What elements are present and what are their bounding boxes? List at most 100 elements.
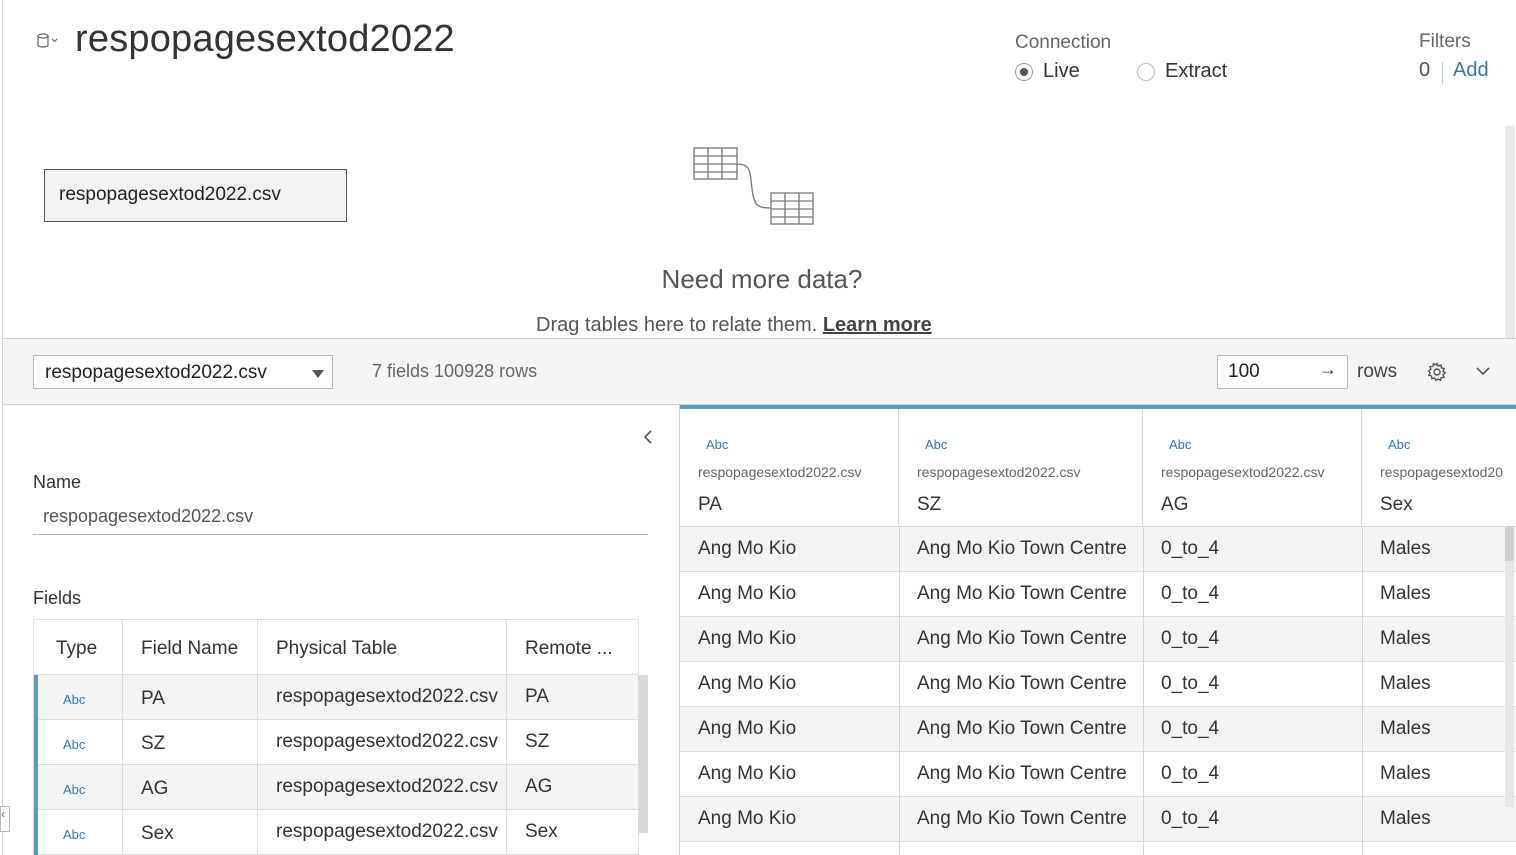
string-type-icon[interactable]: Abc (1388, 437, 1410, 452)
rows-count-input[interactable]: 100 → (1217, 355, 1348, 389)
column-source: respopagesextod2022.csv (1161, 464, 1325, 480)
cell-sex: Males (1380, 538, 1431, 559)
cell-pa: Ang Mo Kio (698, 718, 797, 739)
row-accent (34, 765, 38, 810)
column-source: respopagesextod20 (1380, 464, 1503, 480)
string-type-icon[interactable]: Abc (63, 827, 85, 842)
physical-table: respopagesextod2022.csv (276, 731, 498, 752)
field-name[interactable]: Sex (141, 823, 174, 845)
fields-label: Fields (33, 588, 82, 608)
cell-sex: Males (1380, 583, 1431, 604)
row-accent (34, 810, 38, 855)
cell-pa: Ang Mo Kio (698, 763, 797, 784)
database-icon[interactable] (36, 32, 58, 50)
physical-table: respopagesextod2022.csv (276, 821, 498, 842)
grid-row[interactable]: Ang Mo Kio Ang Mo Kio Town Centre 0_to_4… (680, 662, 1516, 707)
add-filter-link[interactable]: Add (1453, 59, 1489, 82)
cell-sz: Ang Mo Kio Town Centre (917, 763, 1127, 784)
cell-ag: 0_to_4 (1161, 583, 1220, 604)
column-divider (257, 620, 258, 855)
cell-sz: Ang Mo Kio Town Centre (917, 718, 1127, 739)
cell-sex: Males (1380, 808, 1431, 829)
grid-row[interactable]: Ang Mo Kio Ang Mo Kio Town Centre 0_to_4… (680, 617, 1516, 662)
cell-ag: 0_to_4 (1161, 673, 1220, 694)
table-select[interactable]: respopagesextod2022.csv (33, 355, 333, 389)
string-type-icon[interactable]: Abc (63, 737, 85, 752)
grid-row[interactable]: Ang Mo Kio Ang Mo Kio Town Centre 0_to_4… (680, 572, 1516, 617)
string-type-icon[interactable]: Abc (925, 437, 947, 452)
gear-icon[interactable] (1427, 362, 1447, 382)
column-divider (899, 527, 900, 855)
fields-table-scrollbar[interactable] (638, 675, 648, 833)
relate-tables-icon (693, 147, 814, 225)
fields-table: Type Field Name Physical Table Remote ..… (33, 619, 639, 855)
grid-scrollbar[interactable] (1505, 527, 1514, 807)
table-row[interactable]: Abc Sex respopagesextod2022.csv Sex (34, 810, 638, 855)
column-name[interactable]: SZ (917, 494, 941, 516)
fields-table-header: Type Field Name Physical Table Remote ..… (34, 620, 638, 675)
grid-column-header-pa[interactable]: Abc respopagesextod2022.csv PA (680, 409, 899, 527)
grid-row[interactable]: Ang Mo Kio Ang Mo Kio Town Centre 0_to_4… (680, 797, 1516, 842)
cell-sz: Ang Mo Kio Town Centre (917, 808, 1127, 829)
column-name[interactable]: PA (698, 494, 722, 516)
live-radio[interactable] (1015, 63, 1033, 81)
column-header-type[interactable]: Type (56, 638, 97, 660)
table-row[interactable]: Abc PA respopagesextod2022.csv PA (34, 675, 638, 720)
grid-scrollbar-thumb[interactable] (1505, 527, 1514, 561)
string-type-icon[interactable]: Abc (1169, 437, 1191, 452)
filters-count: 0 (1419, 59, 1431, 81)
string-type-icon[interactable]: Abc (63, 692, 85, 707)
grid-row[interactable]: Ang Mo Kio Ang Mo Kio Town Centre 0_to_4… (680, 752, 1516, 797)
rows-count-value: 100 (1228, 361, 1260, 382)
cell-ag: 0_to_4 (1161, 628, 1220, 649)
cell-ag: 0_to_4 (1161, 763, 1220, 784)
chevron-left-icon[interactable] (640, 428, 656, 446)
grid-column-header-ag[interactable]: Abc respopagesextod2022.csv AG (1143, 409, 1362, 527)
grid-row[interactable]: Ang Mo Kio Ang Mo Kio Town Centre 0_to_4… (680, 707, 1516, 752)
extract-radio[interactable] (1137, 63, 1155, 81)
cell-sz: Ang Mo Kio Town Centre (917, 538, 1127, 559)
filters-label: Filters (1419, 31, 1471, 52)
row-accent (34, 720, 38, 765)
grid-row[interactable]: Ang Mo Kio Ang Mo Kio Town Centre 0_to_4… (680, 527, 1516, 572)
cell-sex: Males (1380, 628, 1431, 649)
extract-radio-label[interactable]: Extract (1165, 60, 1227, 83)
remote-field: PA (525, 686, 549, 707)
field-name[interactable]: PA (141, 688, 165, 710)
live-radio-label[interactable]: Live (1043, 60, 1080, 83)
string-type-icon[interactable]: Abc (706, 437, 728, 452)
learn-more-link[interactable]: Learn more (823, 314, 932, 336)
table-row[interactable]: Abc AG respopagesextod2022.csv AG (34, 765, 638, 810)
name-field[interactable]: respopagesextod2022.csv (33, 504, 648, 535)
field-name[interactable]: SZ (141, 733, 165, 755)
column-header-field-name[interactable]: Field Name (141, 638, 238, 660)
column-source: respopagesextod2022.csv (698, 464, 862, 480)
canvas-scrollbar[interactable] (1505, 126, 1515, 338)
remote-field: SZ (525, 731, 550, 752)
row-accent (34, 675, 38, 720)
table-row[interactable]: Abc SZ respopagesextod2022.csv SZ (34, 720, 638, 765)
side-panel-toggle[interactable]: ‹ (0, 806, 10, 832)
physical-table: respopagesextod2022.csv (276, 776, 498, 797)
column-name[interactable]: Sex (1380, 494, 1413, 516)
rows-label: rows (1357, 361, 1398, 382)
grid-column-header-sex[interactable]: Abc respopagesextod20 Sex (1362, 409, 1516, 527)
column-header-remote[interactable]: Remote ... (525, 638, 613, 660)
datasource-title[interactable]: respopagesextod2022 (75, 18, 455, 61)
field-name[interactable]: AG (141, 778, 168, 800)
connection-label: Connection (1015, 32, 1112, 53)
cell-pa: Ang Mo Kio (698, 808, 797, 829)
data-source-page: respopagesextod2022 Connection Live Extr… (0, 0, 1516, 855)
table-node[interactable]: respopagesextod2022.csv (44, 169, 347, 222)
filters-divider (1442, 62, 1443, 84)
cell-sex: Males (1380, 763, 1431, 784)
column-header-physical-table[interactable]: Physical Table (276, 638, 397, 660)
chevron-down-icon[interactable] (1474, 364, 1492, 378)
grid-column-header-sz[interactable]: Abc respopagesextod2022.csv SZ (899, 409, 1143, 527)
string-type-icon[interactable]: Abc (63, 782, 85, 797)
cell-pa: Ang Mo Kio (698, 538, 797, 559)
drag-tables-text: Drag tables here to relate them. (536, 314, 818, 336)
arrow-right-icon[interactable]: → (1319, 359, 1337, 380)
cell-ag: 0_to_4 (1161, 808, 1220, 829)
column-name[interactable]: AG (1161, 494, 1188, 516)
